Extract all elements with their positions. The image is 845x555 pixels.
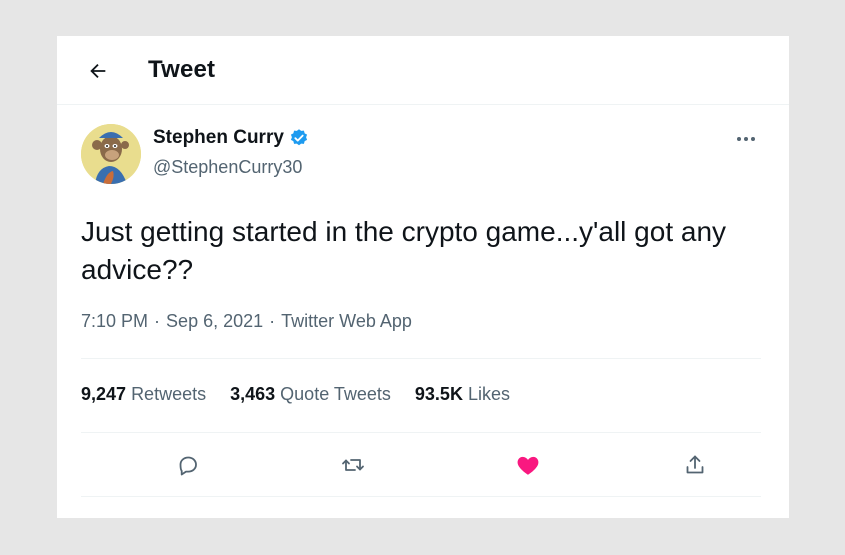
retweet-icon (342, 459, 364, 471)
quotes-label: Quote Tweets (280, 384, 391, 404)
tweet-stats: 9,247 Retweets 3,463 Quote Tweets 93.5K … (81, 384, 510, 405)
like-button[interactable] (509, 446, 547, 484)
back-button[interactable] (81, 54, 115, 88)
retweets-stat[interactable]: 9,247 Retweets (81, 384, 206, 405)
avatar-image (81, 124, 141, 184)
reply-button[interactable] (169, 446, 207, 484)
share-button[interactable] (676, 446, 714, 484)
likes-count: 93.5K (414, 384, 463, 404)
author-name-row[interactable]: Stephen Curry (153, 127, 309, 149)
reply-icon (179, 456, 197, 476)
divider (81, 358, 761, 359)
tweet-source[interactable]: Twitter Web App (281, 311, 412, 331)
retweets-label: Retweets (131, 384, 207, 404)
quotes-stat[interactable]: 3,463 Quote Tweets (230, 384, 391, 405)
author-handle[interactable]: @StephenCurry30 (153, 157, 302, 178)
tweet-header: Tweet (57, 36, 789, 105)
divider (81, 432, 761, 433)
more-options-icon (737, 137, 755, 141)
tweet-text: Just getting started in the crypto game.… (81, 216, 727, 285)
tweet-time[interactable]: 7:10 PM (81, 311, 148, 331)
tweet-actions (81, 446, 761, 484)
meta-separator: · (154, 311, 161, 331)
more-options-button[interactable] (731, 129, 761, 149)
tweet-meta: 7:10 PM · Sep 6, 2021 · Twitter Web App (81, 311, 412, 332)
author-name[interactable]: Stephen Curry (153, 127, 284, 149)
verified-badge-icon (290, 129, 308, 146)
likes-label: Likes (467, 384, 510, 404)
retweet-button[interactable] (334, 446, 372, 484)
retweets-count: 9,247 (81, 384, 127, 404)
quotes-count: 3,463 (230, 384, 276, 404)
avatar[interactable] (81, 124, 141, 184)
heart-icon (517, 456, 539, 475)
page-title: Tweet (148, 56, 216, 83)
divider (81, 496, 761, 497)
tweet-card: Tweet Stephen Curry @StephenCurry30 Just… (57, 36, 789, 518)
likes-stat[interactable]: 93.5K Likes (415, 384, 510, 405)
meta-separator: · (269, 311, 276, 331)
tweet-date[interactable]: Sep 6, 2021 (166, 311, 263, 331)
share-icon (686, 455, 704, 474)
arrow-left-icon (90, 63, 106, 79)
